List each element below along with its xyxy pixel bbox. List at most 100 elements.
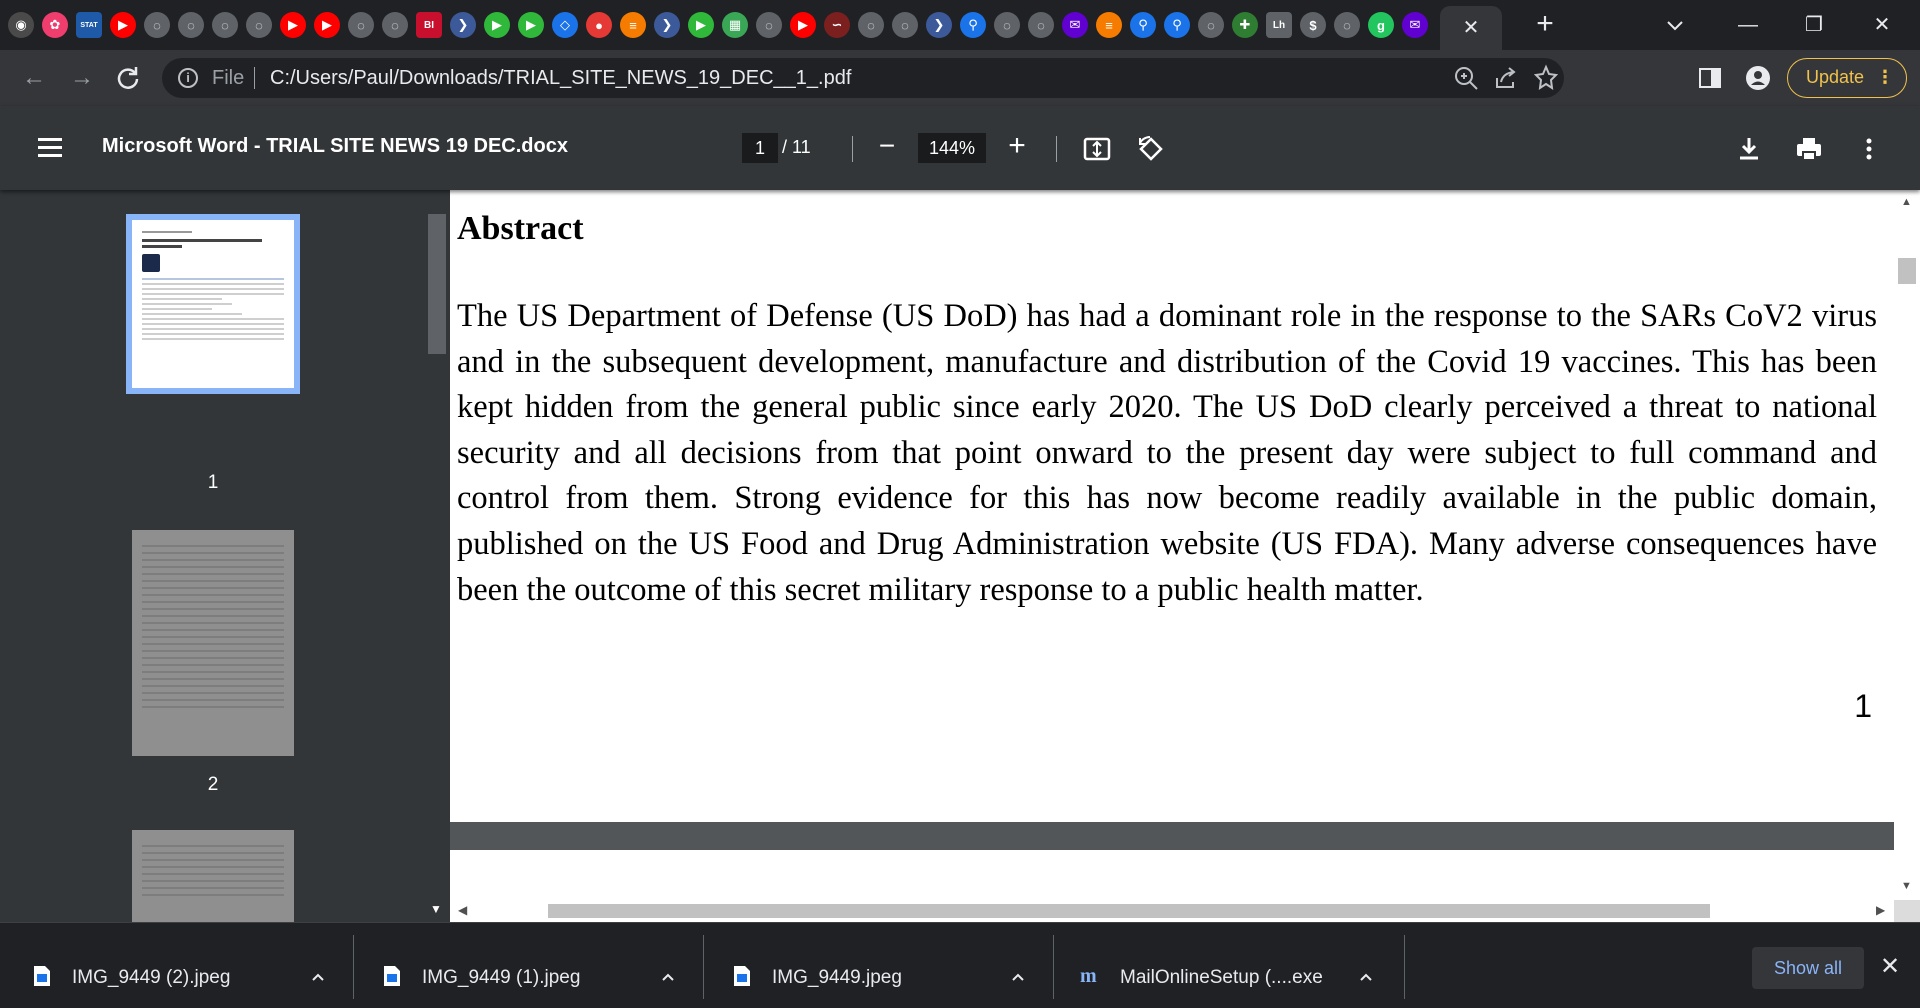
- search-icon[interactable]: ⚲: [1130, 12, 1156, 38]
- globe-icon[interactable]: ◌: [892, 12, 918, 38]
- forward-icon[interactable]: ❯: [450, 12, 476, 38]
- medical-icon[interactable]: ✚: [1232, 12, 1258, 38]
- scroll-down-arrow-icon[interactable]: ▼: [430, 902, 442, 916]
- play-icon[interactable]: ▶: [484, 12, 510, 38]
- download-item[interactable]: IMG_9449.jpeg: [732, 935, 1032, 997]
- g-icon[interactable]: g: [1368, 12, 1394, 38]
- info-icon[interactable]: i: [178, 68, 198, 88]
- download-item[interactable]: m MailOnlineSetup (....exe: [1080, 935, 1380, 997]
- update-button[interactable]: Update ⋮: [1787, 58, 1907, 98]
- page-footer-number: 1: [1854, 688, 1872, 724]
- download-divider: [353, 935, 354, 999]
- mail-icon[interactable]: ✉: [1062, 12, 1088, 38]
- chevron-up-icon[interactable]: [310, 969, 326, 985]
- search-icon[interactable]: ⚲: [1164, 12, 1190, 38]
- scroll-down-arrow-icon[interactable]: ▼: [1901, 880, 1912, 892]
- globe-icon[interactable]: ◌: [348, 12, 374, 38]
- chevron-up-icon[interactable]: [660, 969, 676, 985]
- chevron-up-icon[interactable]: [1010, 969, 1026, 985]
- mail-icon[interactable]: ✉: [1402, 12, 1428, 38]
- profile-avatar-icon[interactable]: [1744, 64, 1772, 92]
- zoom-out-button[interactable]: −: [872, 132, 902, 162]
- new-tab-button[interactable]: +: [1530, 9, 1560, 40]
- page-thumbnail-1[interactable]: [126, 214, 300, 394]
- share-icon[interactable]: [1492, 64, 1520, 92]
- play-icon[interactable]: ▶: [518, 12, 544, 38]
- url-text[interactable]: C:/Users/Paul/Downloads/TRIAL_SITE_NEWS_…: [270, 67, 851, 90]
- shield-icon[interactable]: ◇: [552, 12, 578, 38]
- globe-icon[interactable]: ◌: [1028, 12, 1054, 38]
- globe-icon[interactable]: ◌: [1334, 12, 1360, 38]
- globe-icon[interactable]: ◌: [1198, 12, 1224, 38]
- back-button[interactable]: ←: [18, 62, 50, 94]
- address-bar[interactable]: i File C:/Users/Paul/Downloads/TRIAL_SIT…: [162, 58, 1564, 98]
- pinwheel-icon[interactable]: ✿: [42, 12, 68, 38]
- horizontal-scroll-thumb[interactable]: [548, 904, 1710, 918]
- download-item[interactable]: IMG_9449 (1).jpeg: [382, 935, 682, 997]
- globe-icon[interactable]: ◌: [858, 12, 884, 38]
- bookmark-icon[interactable]: ≡: [620, 12, 646, 38]
- globe-icon[interactable]: ◌: [246, 12, 272, 38]
- scroll-up-arrow-icon[interactable]: ▲: [1901, 196, 1912, 208]
- image-icon[interactable]: ▦: [722, 12, 748, 38]
- youtube-icon[interactable]: ▶: [110, 12, 136, 38]
- globe-icon[interactable]: ◌: [178, 12, 204, 38]
- close-downloads-icon[interactable]: ✕: [1880, 955, 1900, 979]
- document-viewport[interactable]: Abstract The US Department of Defense (U…: [450, 190, 1894, 900]
- page-thumbnail-2[interactable]: [132, 530, 294, 756]
- globe-icon[interactable]: ◌: [212, 12, 238, 38]
- lh-icon[interactable]: Lh: [1266, 12, 1292, 38]
- search-icon[interactable]: ⚲: [960, 12, 986, 38]
- more-vertical-icon[interactable]: ⋮: [1876, 59, 1894, 96]
- globe-icon[interactable]: ◉: [8, 12, 34, 38]
- page-number-input[interactable]: 1: [742, 133, 778, 163]
- bookmark-star-icon[interactable]: [1532, 64, 1560, 92]
- globe-icon[interactable]: ◌: [994, 12, 1020, 38]
- reload-icon[interactable]: [112, 62, 144, 94]
- stat-icon[interactable]: STAT: [76, 12, 102, 38]
- rotate-icon[interactable]: [1136, 134, 1166, 164]
- mailonline-icon: m: [1080, 965, 1097, 987]
- bookmark-icon[interactable]: ≡: [1096, 12, 1122, 38]
- active-tab[interactable]: ✕: [1440, 6, 1502, 50]
- restore-button[interactable]: ❐: [1794, 10, 1834, 40]
- youtube-icon[interactable]: ▶: [314, 12, 340, 38]
- minimize-button[interactable]: —: [1728, 10, 1768, 40]
- globe-icon[interactable]: ◌: [144, 12, 170, 38]
- forward-icon[interactable]: ❯: [926, 12, 952, 38]
- menu-icon[interactable]: [38, 138, 62, 158]
- tab-search-chevron-icon[interactable]: [1662, 12, 1688, 38]
- document-scroll-thumb[interactable]: [1898, 258, 1916, 284]
- youtube-icon[interactable]: ▶: [790, 12, 816, 38]
- play-icon[interactable]: ▶: [688, 12, 714, 38]
- scroll-left-arrow-icon[interactable]: ◀: [458, 903, 467, 917]
- globe-icon[interactable]: ◌: [756, 12, 782, 38]
- signature-icon[interactable]: ∽: [824, 12, 850, 38]
- sidebar-scrollbar[interactable]: ▼: [424, 190, 450, 922]
- document-horizontal-scrollbar[interactable]: ◀ ▶: [450, 900, 1894, 922]
- youtube-icon[interactable]: ▶: [280, 12, 306, 38]
- mic-icon[interactable]: ●: [586, 12, 612, 38]
- document-vertical-scrollbar[interactable]: ▲ ▼: [1894, 190, 1920, 900]
- zoom-icon[interactable]: [1452, 64, 1480, 92]
- fit-to-page-icon[interactable]: [1082, 134, 1112, 164]
- scroll-right-arrow-icon[interactable]: ▶: [1876, 903, 1885, 917]
- close-tab-icon[interactable]: ✕: [1463, 18, 1480, 38]
- more-options-icon[interactable]: [1854, 134, 1884, 164]
- close-window-button[interactable]: ✕: [1862, 10, 1902, 40]
- side-panel-icon[interactable]: [1696, 64, 1724, 92]
- download-item[interactable]: IMG_9449 (2).jpeg: [32, 935, 332, 997]
- bi-icon[interactable]: BI: [416, 12, 442, 38]
- page-thumbnail-3[interactable]: [132, 830, 294, 922]
- globe-icon[interactable]: ◌: [382, 12, 408, 38]
- print-icon[interactable]: [1794, 134, 1824, 164]
- show-all-downloads-button[interactable]: Show all: [1752, 947, 1864, 989]
- zoom-in-button[interactable]: +: [1002, 131, 1032, 162]
- chevron-up-icon[interactable]: [1358, 969, 1374, 985]
- forward-icon[interactable]: ❯: [654, 12, 680, 38]
- sidebar-scroll-thumb[interactable]: [428, 214, 446, 354]
- forward-button[interactable]: →: [66, 62, 98, 94]
- zoom-level-input[interactable]: 144%: [918, 133, 986, 163]
- download-icon[interactable]: [1734, 134, 1764, 164]
- dollar-icon[interactable]: $: [1300, 12, 1326, 38]
